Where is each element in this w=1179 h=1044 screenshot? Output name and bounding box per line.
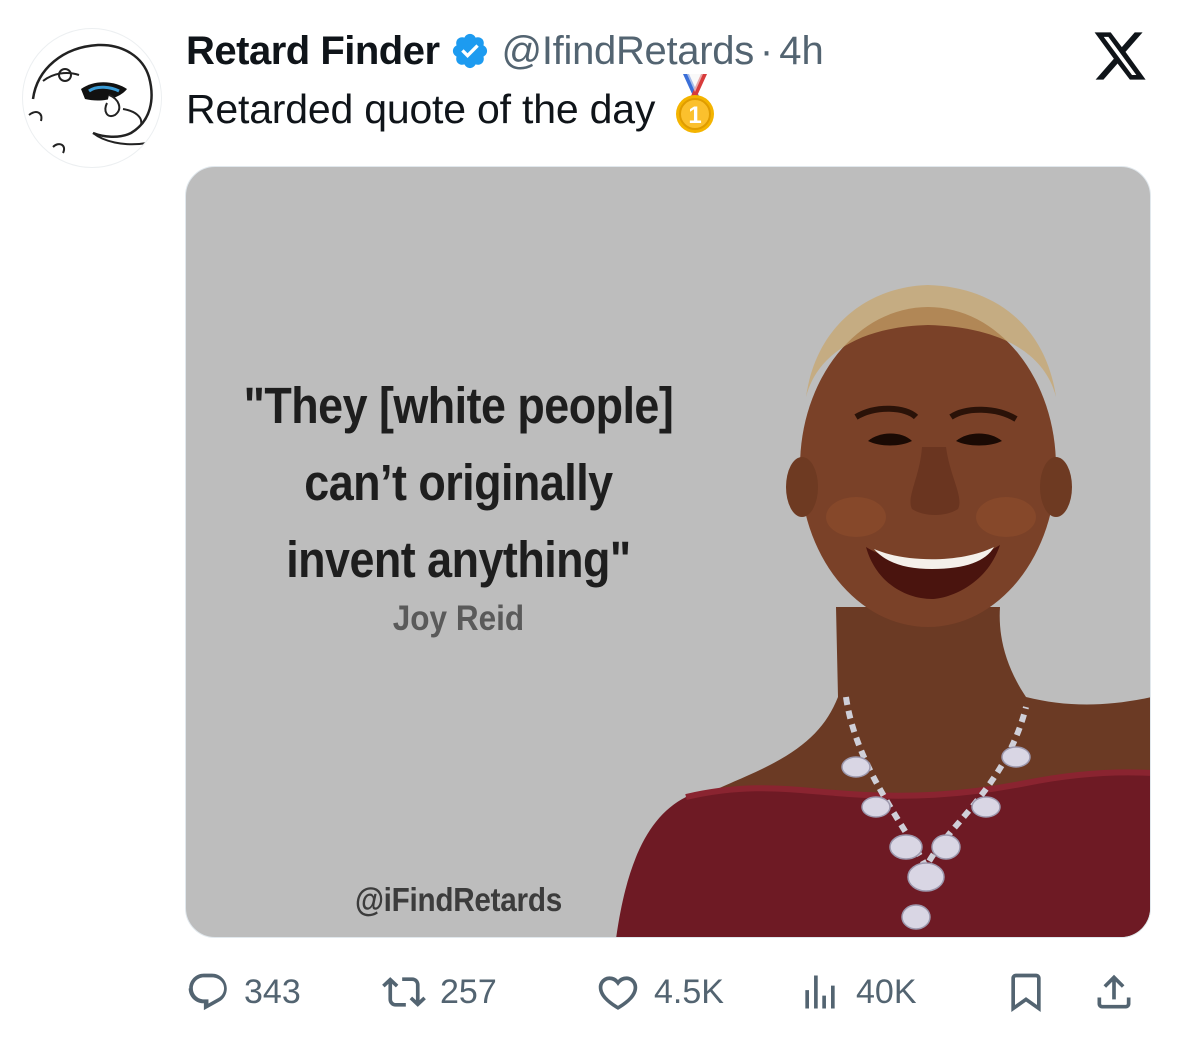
like-count: 4.5K [654,972,724,1011]
views-icon [805,975,835,1009]
like-button[interactable]: 4.5K [596,966,724,1018]
tweet-actions: 343 257 4.5K 40K [186,966,1146,1018]
meme-face-avatar-icon [28,43,153,154]
tweet-text-content: Retarded quote of the day [186,85,656,132]
repost-count: 257 [440,972,497,1011]
tweet-media-image[interactable]: "They [white people] can’t originally in… [185,166,1151,938]
verified-badge-icon[interactable] [450,31,490,71]
share-button[interactable] [1092,966,1136,1018]
svg-text:1: 1 [689,102,702,129]
display-name[interactable]: Retard Finder [186,29,440,74]
x-logo-icon[interactable] [1091,30,1149,82]
like-icon [598,976,638,1010]
timestamp[interactable]: 4h [779,29,824,74]
repost-icon [382,977,426,1007]
views-button[interactable]: 40K [798,966,917,1018]
medal-icon: 1 [676,74,715,133]
view-count: 40K [856,972,917,1011]
reply-count: 343 [244,972,301,1011]
reply-icon [188,973,227,1011]
bookmark-button[interactable] [1004,966,1048,1018]
avatar[interactable] [22,28,162,168]
tweet-header: Retard Finder @IfindRetards · 4h [186,26,824,76]
bookmark-icon [1011,973,1041,1013]
reply-button[interactable]: 343 [186,966,301,1018]
portrait-photo [616,285,1150,937]
repost-button[interactable]: 257 [382,966,497,1018]
separator-dot: · [759,28,774,73]
author-handle[interactable]: @IfindRetards [502,29,755,74]
share-icon [1097,974,1131,1009]
tweet-text: Retarded quote of the day 1 [186,74,717,134]
